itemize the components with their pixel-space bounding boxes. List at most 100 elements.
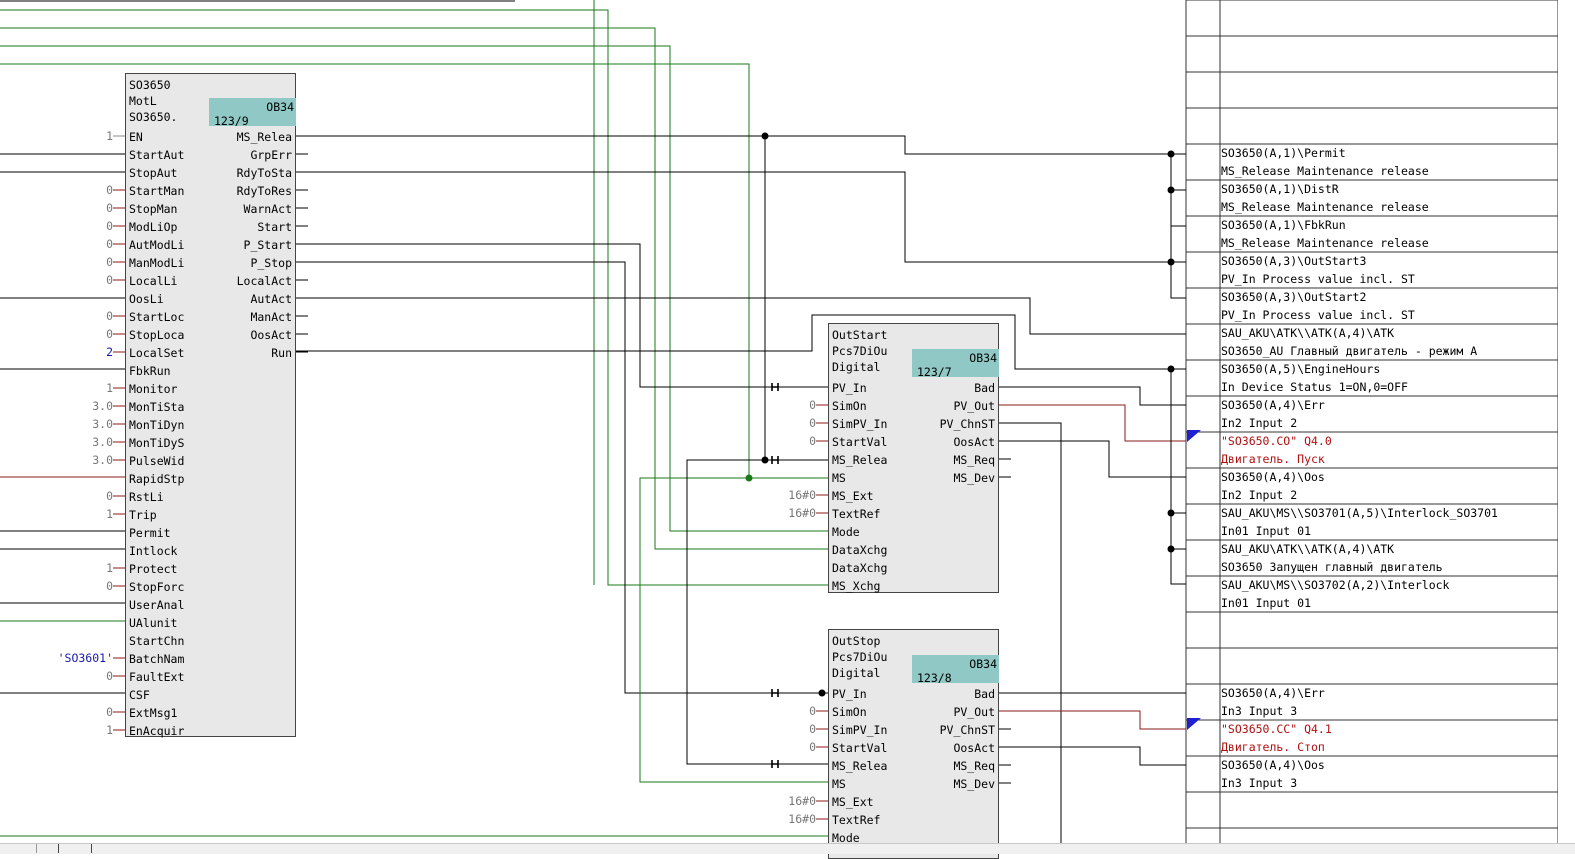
input-value[interactable]: 3.0: [45, 397, 113, 415]
scroll-thumb[interactable]: [58, 844, 92, 853]
sheet-ref-address[interactable]: SO3650(A,1)\DistR: [1221, 180, 1339, 198]
output-pin-autact[interactable]: AutAct: [250, 290, 292, 308]
input-value[interactable]: 1: [45, 379, 113, 397]
input-pin-dataxchg[interactable]: DataXchg: [832, 559, 887, 577]
input-value[interactable]: 'SO3601': [45, 649, 113, 667]
input-pin-monitor[interactable]: Monitor: [129, 380, 177, 398]
motor-block-SO3650[interactable]: SO3650 MotL SO3650. OB34 123/9 EN StartAu…: [125, 73, 296, 740]
input-value[interactable]: 3.0: [45, 433, 113, 451]
input-pin-modliop[interactable]: ModLiOp: [129, 218, 177, 236]
wire-ms-release[interactable]: [296, 135, 1186, 155]
input-pin-ms_relea[interactable]: MS_Relea: [832, 757, 887, 775]
horizontal-scrollbar[interactable]: [0, 843, 1575, 854]
input-pin-simon[interactable]: SimOn: [832, 397, 867, 415]
input-pin-oosli[interactable]: OosLi: [129, 290, 164, 308]
output-pin-ms_req[interactable]: MS_Req: [953, 757, 995, 775]
input-value[interactable]: 1: [45, 505, 113, 523]
input-pin-startman[interactable]: StartMan: [129, 182, 184, 200]
sheet-ref-address[interactable]: SAU_AKU\ATK\\ATK(A,4)\ATK: [1221, 324, 1394, 342]
output-pin-rdytores[interactable]: RdyToRes: [237, 182, 292, 200]
output-pin-ms_dev[interactable]: MS_Dev: [953, 469, 995, 487]
input-pin-intlock[interactable]: Intlock: [129, 542, 177, 560]
input-pin-simon[interactable]: SimOn: [832, 703, 867, 721]
input-pin-ualunit[interactable]: UAlunit: [129, 614, 177, 632]
input-pin-trip[interactable]: Trip: [129, 506, 157, 524]
output-pin-pv_chnst[interactable]: PV_ChnST: [940, 721, 995, 739]
input-pin-montidys[interactable]: MonTiDyS: [129, 434, 184, 452]
sheet-ref-address[interactable]: SAU_AKU\MS\\SO3702(A,2)\Interlock: [1221, 576, 1449, 594]
output-pin-warnact[interactable]: WarnAct: [244, 200, 292, 218]
input-pin-faultext[interactable]: FaultExt: [129, 668, 184, 686]
input-value[interactable]: 1: [45, 127, 113, 145]
output-pin-oosact[interactable]: OosAct: [953, 433, 995, 451]
outstart-block[interactable]: OutStart Pcs7DiOu Digital OB34 123/7 PV_…: [828, 323, 999, 593]
wire-run[interactable]: [296, 314, 1186, 370]
input-pin-stoploca[interactable]: StopLoca: [129, 326, 184, 344]
wire-rdytosta[interactable]: [296, 171, 1186, 263]
sheet-ref-address[interactable]: SO3650(A,4)\Oos: [1221, 468, 1325, 486]
input-pin-manmodli[interactable]: ManModLi: [129, 254, 184, 272]
output-pin-p_start[interactable]: P_Start: [244, 236, 292, 254]
sheet-ref-address[interactable]: "SO3650.CO" Q4.0: [1221, 432, 1332, 450]
sheet-ref-address[interactable]: SO3650(A,1)\FbkRun: [1221, 216, 1346, 234]
sheet-ref-address[interactable]: SO3650(A,5)\EngineHours: [1221, 360, 1380, 378]
input-pin-batchnam[interactable]: BatchNam: [129, 650, 184, 668]
input-value[interactable]: 0: [748, 432, 816, 450]
sheet-ref-address[interactable]: SO3650(A,3)\OutStart3: [1221, 252, 1366, 270]
input-pin-stopaut[interactable]: StopAut: [129, 164, 177, 182]
input-pin-ms_relea[interactable]: MS_Relea: [832, 451, 887, 469]
wire-bad[interactable]: [999, 386, 1186, 406]
sheet-ref-address[interactable]: SO3650(A,1)\Permit: [1221, 144, 1346, 162]
input-pin-startval[interactable]: StartVal: [832, 433, 887, 451]
input-value[interactable]: 16#0: [748, 810, 816, 828]
wire-p-start[interactable]: [296, 243, 828, 388]
input-value[interactable]: 0: [45, 325, 113, 343]
input-pin-simpv_in[interactable]: SimPV_In: [832, 721, 887, 739]
input-pin-ms_ext[interactable]: MS_Ext: [832, 487, 874, 505]
input-value[interactable]: 1: [45, 721, 113, 739]
input-pin-fbkrun[interactable]: FbkRun: [129, 362, 171, 380]
input-value[interactable]: 0: [45, 217, 113, 235]
wire-autact[interactable]: [296, 297, 1186, 335]
input-pin-textref[interactable]: TextRef: [832, 811, 880, 829]
scroll-left-button[interactable]: [0, 844, 37, 853]
input-pin-extmsg1[interactable]: ExtMsg1: [129, 704, 177, 722]
input-value[interactable]: 0: [748, 738, 816, 756]
input-value[interactable]: 0: [45, 487, 113, 505]
input-pin-stopman[interactable]: StopMan: [129, 200, 177, 218]
input-value[interactable]: 16#0: [748, 792, 816, 810]
sheet-ref-address[interactable]: "SO3650.CC" Q4.1: [1221, 720, 1332, 738]
wire-pv-chnst[interactable]: [999, 422, 1062, 843]
output-pin-bad[interactable]: Bad: [974, 685, 995, 703]
input-pin-pv_in[interactable]: PV_In: [832, 685, 867, 703]
output-pin-pv_out[interactable]: PV_Out: [953, 703, 995, 721]
input-pin-pv_in[interactable]: PV_In: [832, 379, 867, 397]
output-pin-manact[interactable]: ManAct: [250, 308, 292, 326]
input-pin-autmodli[interactable]: AutModLi: [129, 236, 184, 254]
input-pin-startloc[interactable]: StartLoc: [129, 308, 184, 326]
sheet-ref-address[interactable]: SO3650(A,4)\Oos: [1221, 756, 1325, 774]
sheet-ref-address[interactable]: SO3650(A,4)\Err: [1221, 396, 1325, 414]
output-pin-oosact[interactable]: OosAct: [250, 326, 292, 344]
wire-oosact[interactable]: [999, 440, 1186, 478]
input-value[interactable]: 0: [748, 720, 816, 738]
sheet-ref-address[interactable]: SAU_AKU\ATK\\ATK(A,4)\ATK: [1221, 540, 1394, 558]
sheet-ref-address[interactable]: SO3650(A,4)\Err: [1221, 684, 1325, 702]
input-pin-textref[interactable]: TextRef: [832, 505, 880, 523]
input-pin-ms_ext[interactable]: MS_Ext: [832, 793, 874, 811]
input-value[interactable]: 0: [748, 702, 816, 720]
input-value[interactable]: 0: [45, 253, 113, 271]
sheet-ref-address[interactable]: SO3650(A,3)\OutStart2: [1221, 288, 1366, 306]
input-value[interactable]: 0: [45, 181, 113, 199]
input-value[interactable]: 0: [45, 667, 113, 685]
input-pin-protect[interactable]: Protect: [129, 560, 177, 578]
input-pin-montista[interactable]: MonTiSta: [129, 398, 184, 416]
input-pin-ms_xchg[interactable]: MS_Xchg: [832, 577, 880, 595]
output-pin-grperr[interactable]: GrpErr: [250, 146, 292, 164]
input-pin-startchn[interactable]: StartChn: [129, 632, 184, 650]
output-pin-ms_dev[interactable]: MS_Dev: [953, 775, 995, 793]
input-pin-enacquir[interactable]: EnAcquir: [129, 722, 184, 740]
input-value[interactable]: 3.0: [45, 451, 113, 469]
input-pin-rstli[interactable]: RstLi: [129, 488, 164, 506]
wire-stop-pv-out[interactable]: [999, 710, 1186, 730]
